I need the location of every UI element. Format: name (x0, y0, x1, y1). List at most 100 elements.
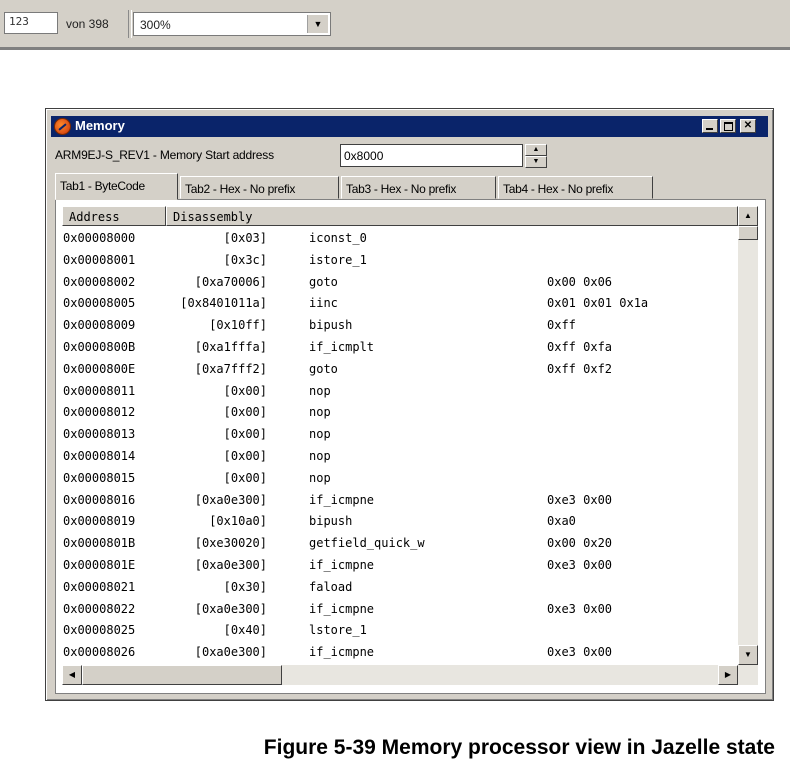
figure-caption: Figure 5-39 Memory processor view in Jaz… (263, 736, 775, 759)
mnemonic-cell: istore_1 (309, 252, 367, 267)
address-cell: 0x00008026 (63, 645, 136, 660)
table-row[interactable]: 0x00008011 [0x00] nop (62, 381, 738, 403)
operands-cell: 0x00 0x06 (547, 274, 613, 289)
address-cell: 0x0000801E (63, 557, 136, 572)
opcode-cell: [0x00] (223, 427, 267, 442)
column-header-disassembly[interactable]: Disassembly (166, 206, 738, 226)
mnemonic-cell: nop (309, 448, 331, 463)
table-row[interactable]: 0x00008025 [0x40] lstore_1 (62, 620, 738, 642)
zoom-select[interactable]: 300% ▼ (133, 12, 331, 36)
table-row[interactable]: 0x0000800E [0xa7fff2] goto 0xff 0xf2 (62, 359, 738, 381)
mnemonic-cell: bipush (309, 318, 353, 333)
address-cell: 0x0000801B (63, 536, 136, 551)
opcode-cell: [0xa7fff2] (194, 361, 267, 376)
address-cell: 0x00008009 (63, 318, 136, 333)
table-row[interactable]: 0x00008013 [0x00] nop (62, 424, 738, 446)
opcode-cell: [0xa70006] (194, 274, 267, 289)
address-cell: 0x00008012 (63, 405, 136, 420)
operands-cell: 0xa0 (547, 514, 576, 529)
table-row[interactable]: 0x00008002 [0xa70006] goto 0x00 0x06 (62, 272, 738, 294)
address-cell: 0x00008019 (63, 514, 136, 529)
table-row[interactable]: 0x00008005 [0x8401011a] iinc 0x01 0x01 0x1a (62, 293, 738, 315)
table-row[interactable]: 0x00008016 [0xa0e300] if_icmpne 0xe3 0x00 (62, 490, 738, 512)
table-row[interactable]: 0x00008014 [0x00] nop (62, 446, 738, 468)
minimize-button[interactable] (702, 119, 718, 133)
address-cell: 0x0000800E (63, 361, 136, 376)
operands-cell: 0x01 0x01 0x1a (547, 296, 649, 311)
column-header-address[interactable]: Address (62, 206, 166, 226)
opcode-cell: [0x00] (223, 448, 267, 463)
address-cell: 0x00008015 (63, 470, 136, 485)
address-cell: 0x00008022 (63, 601, 136, 616)
memory-window-icon (54, 118, 71, 135)
tab-hex-3[interactable]: Tab3 - Hex - No prefix (341, 176, 496, 199)
table-row[interactable]: 0x00008019 [0x10a0] bipush 0xa0 (62, 511, 738, 533)
table-row[interactable]: 0x0000800B [0xa1fffa] if_icmplt 0xff 0xfa (62, 337, 738, 359)
address-cell: 0x0000800B (63, 339, 136, 354)
maximize-button[interactable] (720, 119, 736, 133)
operands-cell: 0xe3 0x00 (547, 492, 613, 507)
mnemonic-cell: nop (309, 383, 331, 398)
horizontal-scroll-thumb[interactable] (82, 665, 282, 685)
scroll-right-icon[interactable]: ▶ (718, 665, 738, 685)
table-row[interactable]: 0x00008000 [0x03] iconst_0 (62, 228, 738, 250)
spin-up-icon[interactable]: ▲ (525, 144, 547, 156)
opcode-cell: [0x00] (223, 470, 267, 485)
opcode-cell: [0x3c] (223, 252, 267, 267)
opcode-cell: [0xa0e300] (194, 645, 267, 660)
mnemonic-cell: iinc (309, 296, 338, 311)
opcode-cell: [0xe30020] (194, 536, 267, 551)
operands-cell: 0xff 0xf2 (547, 361, 613, 376)
mnemonic-cell: nop (309, 405, 331, 420)
disassembly-list[interactable]: 0x00008000 [0x03] iconst_0 0x00008001 [0x3c]… (62, 228, 738, 664)
table-row[interactable]: 0x00008012 [0x00] nop (62, 402, 738, 424)
address-cell: 0x00008021 (63, 579, 136, 594)
mnemonic-cell: nop (309, 427, 331, 442)
address-cell: 0x00008000 (63, 231, 136, 245)
operands-cell: 0xff 0xfa (547, 339, 613, 354)
address-cell: 0x00008014 (63, 448, 136, 463)
address-cell: 0x00008011 (63, 383, 136, 398)
scroll-up-icon[interactable]: ▲ (738, 206, 758, 226)
tab-hex-2[interactable]: Tab2 - Hex - No prefix (180, 176, 339, 199)
operands-cell: 0xe3 0x00 (547, 645, 613, 660)
scroll-down-icon[interactable]: ▼ (738, 645, 758, 665)
opcode-cell: [0xa1fffa] (194, 339, 267, 354)
table-row[interactable]: 0x0000801B [0xe30020] getfield_quick_w 0x00… (62, 533, 738, 555)
table-row[interactable]: 0x00008015 [0x00] nop (62, 468, 738, 490)
mnemonic-cell: lstore_1 (309, 623, 367, 638)
table-row[interactable]: 0x00008001 [0x3c] istore_1 (62, 250, 738, 272)
start-address-input[interactable]: 0x8000 (340, 144, 523, 167)
table-row[interactable]: 0x00008022 [0xa0e300] if_icmpne 0xe3 0x00 (62, 599, 738, 621)
opcode-cell: [0x00] (223, 405, 267, 420)
memory-panel: Address Disassembly 0x00008000 [0x03] icon… (55, 199, 766, 694)
mnemonic-cell: faload (309, 579, 353, 594)
window-titlebar[interactable]: Memory ✕ (51, 116, 768, 137)
toolbar-divider (128, 10, 132, 38)
scroll-left-icon[interactable]: ◀ (62, 665, 82, 685)
close-button[interactable]: ✕ (740, 119, 756, 133)
mnemonic-cell: nop (309, 470, 331, 485)
vertical-scrollbar[interactable]: ▲ ▼ (738, 206, 758, 665)
spin-down-icon[interactable]: ▼ (525, 156, 547, 168)
table-row[interactable]: 0x0000801E [0xa0e300] if_icmpne 0xe3 0x00 (62, 555, 738, 577)
address-cell: 0x00008001 (63, 252, 136, 267)
opcode-cell: [0x30] (223, 579, 267, 594)
window-title: Memory (75, 118, 125, 133)
address-spinner[interactable]: ▲ ▼ (525, 144, 547, 170)
target-and-address-label: ARM9EJ-S_REV1 - Memory Start address (55, 148, 274, 162)
opcode-cell: [0x10ff] (209, 318, 267, 333)
chevron-down-icon[interactable]: ▼ (307, 15, 328, 33)
operands-cell: 0xe3 0x00 (547, 601, 613, 616)
vertical-scroll-thumb[interactable] (738, 226, 758, 240)
opcode-cell: [0x03] (223, 231, 267, 245)
table-row[interactable]: 0x00008021 [0x30] faload (62, 577, 738, 599)
page-number-input[interactable]: 123 (4, 12, 58, 34)
opcode-cell: [0xa0e300] (194, 492, 267, 507)
tab-hex-4[interactable]: Tab4 - Hex - No prefix (498, 176, 653, 199)
memory-window: Memory ✕ ARM9EJ-S_REV1 - Memory Start ad… (45, 108, 774, 701)
horizontal-scrollbar[interactable]: ◀ ▶ (62, 665, 758, 685)
tab-bytecode[interactable]: Tab1 - ByteCode (55, 173, 178, 200)
table-row[interactable]: 0x00008026 [0xa0e300] if_icmpne 0xe3 0x00 (62, 642, 738, 664)
table-row[interactable]: 0x00008009 [0x10ff] bipush 0xff (62, 315, 738, 337)
